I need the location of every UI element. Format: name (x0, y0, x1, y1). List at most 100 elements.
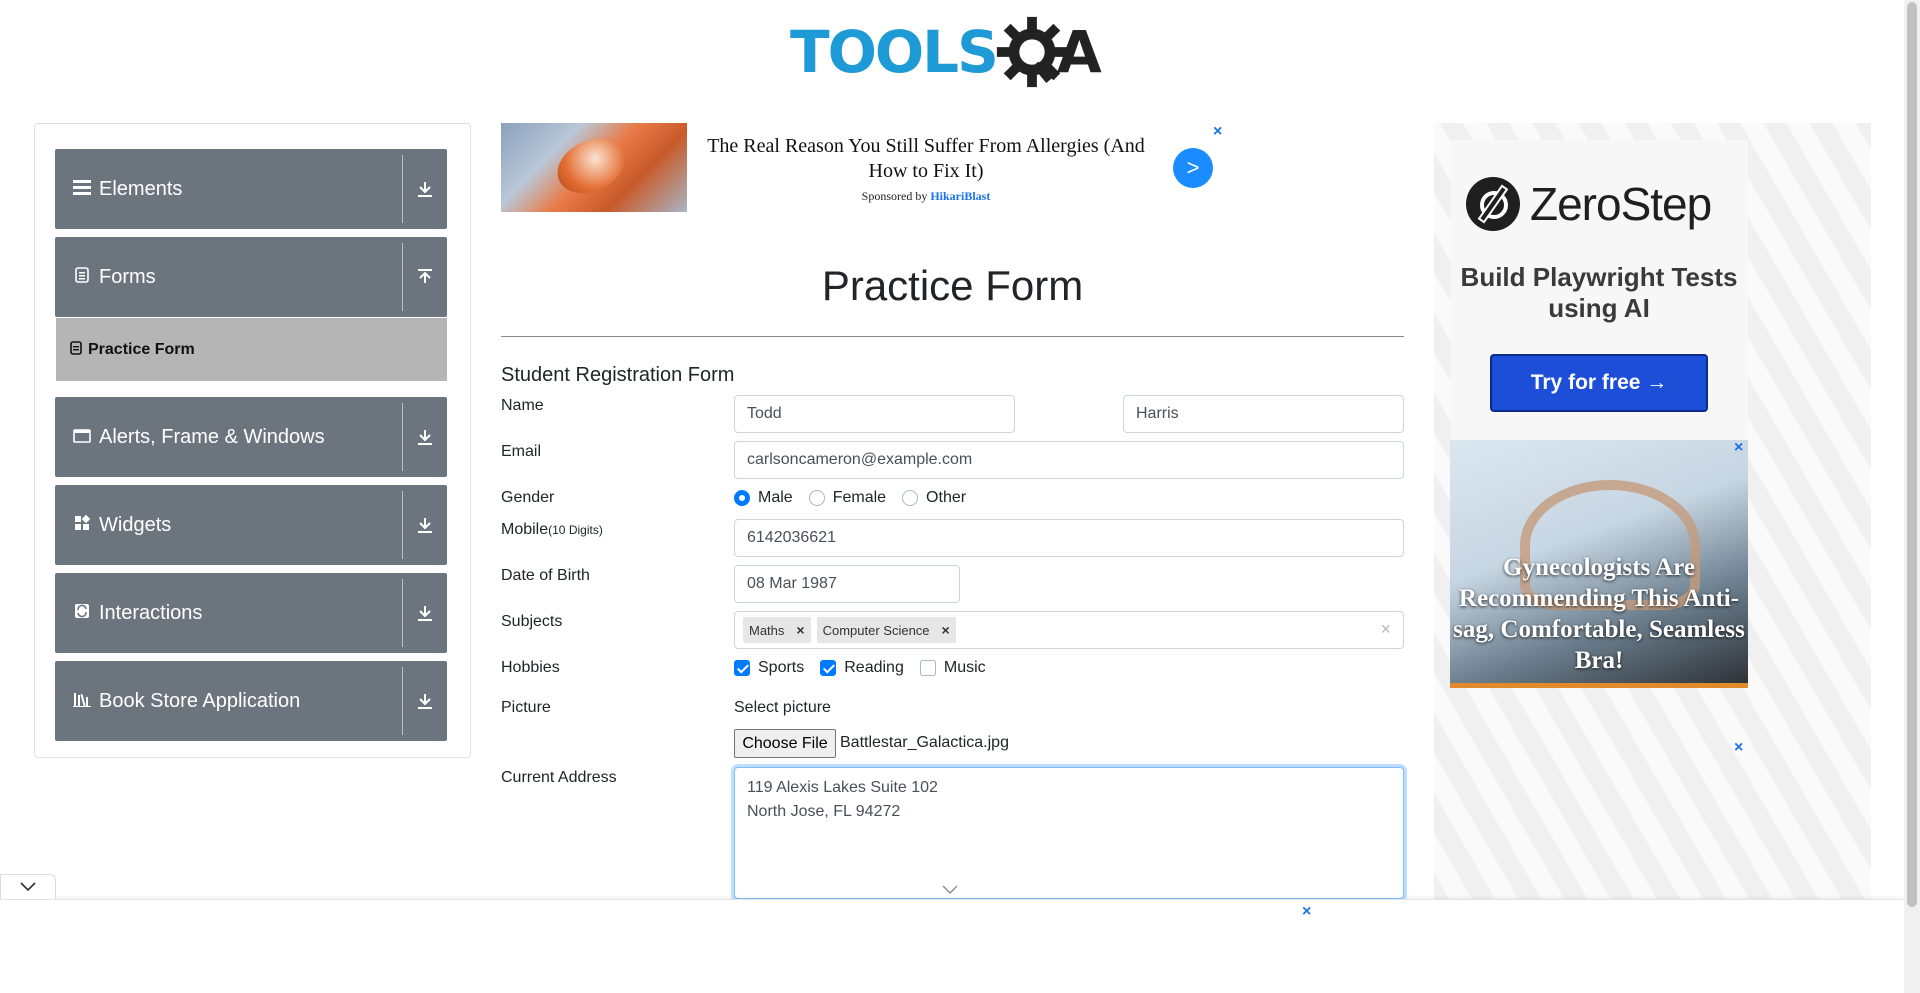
sidebar-group-label: Elements (99, 177, 183, 200)
remove-subject-icon[interactable]: × (936, 622, 956, 638)
mobile-label-text: Mobile (501, 521, 549, 538)
zerostep-tagline: Build Playwright Tests using AI (1460, 262, 1738, 323)
radio-button[interactable] (808, 490, 825, 506)
subject-chip-label: Computer Science (822, 622, 930, 638)
clear-subjects-icon[interactable]: × (1380, 619, 1391, 640)
widgets-icon (71, 514, 93, 536)
sidebar-group-interactions[interactable]: Interactions (55, 573, 447, 653)
first-name-input[interactable]: Todd (734, 395, 1015, 433)
hamburger-icon (71, 179, 93, 200)
download-arrow-icon[interactable] (403, 604, 447, 622)
hobbies-checkbox-group: Sports Reading Music (734, 659, 1002, 677)
toolsqa-logo[interactable]: TOOLS A (790, 14, 1120, 90)
form-icon (70, 341, 82, 358)
sidebar-item-practice-form[interactable]: Practice Form (56, 318, 447, 381)
gender-option-female[interactable]: Female (808, 489, 887, 507)
zerostep-ad[interactable]: ZeroStep Build Playwright Tests using AI… (1450, 140, 1748, 440)
title-divider (501, 336, 1404, 337)
last-name-input[interactable]: Harris (1123, 395, 1404, 433)
collapse-ad-button[interactable] (0, 874, 56, 899)
gender-radio-group: Male Female Other (734, 489, 982, 507)
subject-chip: Computer Science × (816, 617, 956, 643)
chevron-down-icon[interactable] (942, 885, 958, 895)
radio-label: Other (926, 489, 967, 506)
download-arrow-icon[interactable] (403, 428, 447, 446)
choose-file-button[interactable]: Choose File (734, 729, 836, 758)
bottom-ad-bar (0, 899, 1904, 993)
logo-text-a: A (1056, 18, 1102, 86)
ad-go-button[interactable]: > (1173, 148, 1213, 188)
hobby-sports[interactable]: Sports (734, 659, 804, 677)
zerostep-logo[interactable]: ZeroStep (1466, 177, 1712, 231)
sidebar-group-forms[interactable]: Forms (55, 237, 447, 317)
mobile-label: Mobile(10 Digits) (501, 521, 603, 539)
checkbox-label: Music (943, 659, 986, 676)
sidebar-group-book-store[interactable]: Book Store Application (55, 661, 447, 741)
top-advertisement[interactable]: The Real Reason You Still Suffer From Al… (501, 123, 1229, 213)
hobbies-label: Hobbies (501, 659, 560, 676)
name-label: Name (501, 397, 544, 414)
sidebar-item-label: Practice Form (88, 340, 195, 358)
radio-button[interactable] (902, 490, 919, 506)
checkbox-label: Reading (844, 659, 904, 676)
sidebar-group-elements[interactable]: Elements (55, 149, 447, 229)
bra-advertisement[interactable]: Gynecologists Are Recommending This Anti… (1450, 440, 1748, 688)
gender-option-male[interactable]: Male (734, 489, 793, 507)
ad-headline[interactable]: The Real Reason You Still Suffer From Al… (701, 134, 1151, 184)
bra-ad-close-icon[interactable]: × (1734, 440, 1743, 456)
ad-sponsor-line: Sponsored by HikariBlast (701, 189, 1151, 204)
zerostep-brand: ZeroStep (1530, 178, 1712, 230)
download-arrow-icon[interactable] (403, 692, 447, 710)
hobby-reading[interactable]: Reading (820, 659, 904, 677)
sidebar-group-widgets[interactable]: Widgets (55, 485, 447, 565)
page-title: Practice Form (821, 262, 1084, 309)
chevron-down-icon (20, 882, 36, 892)
current-address-label: Current Address (501, 769, 617, 786)
radio-label: Female (832, 489, 887, 506)
ad-sponsored-by: Sponsored by (861, 189, 928, 203)
hobby-music[interactable]: Music (919, 659, 986, 677)
subjects-label: Subjects (501, 613, 563, 630)
scrollbar-thumb[interactable] (1907, 2, 1917, 907)
download-arrow-icon[interactable] (403, 516, 447, 534)
bookstore-icon (71, 691, 93, 712)
subject-chip: Maths × (743, 617, 811, 643)
current-address-textarea[interactable]: 119 Alexis Lakes Suite 102 North Jose, F… (734, 767, 1404, 899)
mobile-hint: (10 Digits) (548, 523, 603, 537)
subjects-input[interactable]: Maths × Computer Science × × (734, 611, 1404, 649)
checkbox[interactable] (919, 660, 936, 676)
radio-button[interactable] (734, 490, 750, 506)
zerostep-logo-icon (1466, 177, 1520, 231)
select-picture-label: Select picture (734, 699, 831, 716)
top-ad-close-icon[interactable]: × (1213, 124, 1222, 140)
sidebar-group-label: Alerts, Frame & Windows (99, 425, 325, 448)
ad-accent-bar (1450, 683, 1748, 688)
ad-sponsor-name[interactable]: HikariBlast (930, 189, 990, 203)
mobile-input[interactable]: 6142036621 (734, 519, 1404, 557)
sidebar-group-alerts[interactable]: Alerts, Frame & Windows (55, 397, 447, 477)
checkbox[interactable] (820, 660, 837, 676)
ad-image[interactable] (501, 123, 687, 212)
upload-arrow-icon[interactable] (403, 268, 447, 286)
try-for-free-button[interactable]: Try for free → (1490, 354, 1708, 412)
window-icon (71, 427, 93, 448)
bottom-ad-close-icon[interactable]: × (1302, 904, 1311, 920)
logo-text-tools: TOOLS (790, 18, 999, 86)
selected-file-name: Battlestar_Galactica.jpg (840, 734, 1009, 751)
document-icon (71, 266, 93, 288)
checkbox-label: Sports (758, 659, 805, 676)
date-of-birth-input[interactable]: 08 Mar 1987 (734, 565, 960, 603)
dob-label: Date of Birth (501, 567, 590, 584)
right-ad-close-icon[interactable]: × (1734, 740, 1743, 756)
checkbox[interactable] (734, 660, 750, 676)
email-input[interactable]: carlsoncameron@example.com (734, 441, 1404, 479)
email-label: Email (501, 443, 542, 460)
remove-subject-icon[interactable]: × (790, 622, 810, 638)
gender-option-other[interactable]: Other (902, 489, 966, 507)
download-arrow-icon[interactable] (403, 180, 447, 198)
bra-ad-headline[interactable]: Gynecologists Are Recommending This Anti… (1450, 552, 1748, 676)
radio-label: Male (758, 489, 793, 506)
sidebar-group-label: Forms (99, 265, 156, 288)
picture-label: Picture (501, 699, 551, 716)
sidebar-group-label: Book Store Application (99, 689, 301, 712)
